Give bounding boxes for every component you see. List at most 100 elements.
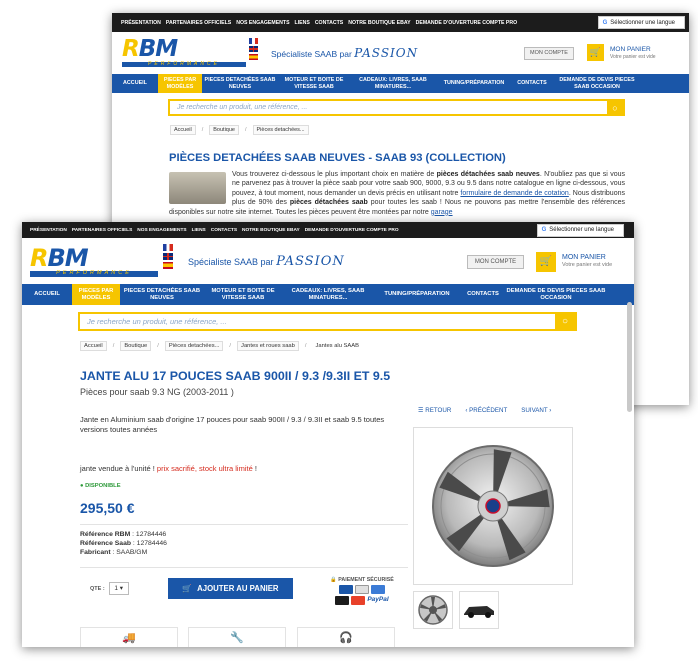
top-link-partners[interactable]: PARTENAIRES OFFICIELS bbox=[166, 20, 231, 26]
nav-contacts[interactable]: CONTACTS bbox=[512, 80, 552, 86]
search-icon[interactable]: ○ bbox=[555, 314, 575, 329]
wrench-icon: 🔧 bbox=[230, 632, 244, 644]
headset-icon: 🎧 bbox=[339, 632, 353, 644]
cart-summary[interactable]: MON PANIER Votre panier est vide bbox=[562, 254, 612, 269]
top-link-pro[interactable]: DEMANDE D'OUVERTURE COMPTE PRO bbox=[416, 20, 518, 26]
top-link-contacts[interactable]: CONTACTS bbox=[315, 20, 343, 26]
nav-pieces-modeles[interactable]: PIECES PAR MODÈLES bbox=[158, 74, 202, 93]
back-link[interactable]: ☰ RETOUR bbox=[418, 407, 451, 414]
nav-cadeaux[interactable]: CADEAUX: LIVRES, SAAB MINATURES... bbox=[282, 288, 374, 301]
product-description: Jante en Aluminium saab d'origine 17 pou… bbox=[80, 415, 385, 435]
breadcrumb-item[interactable]: Boutique bbox=[209, 125, 239, 135]
top-link-presentation[interactable]: PRÉSENTATION bbox=[30, 228, 67, 233]
header-tagline: Spécialiste SAAB par PASSION bbox=[271, 46, 418, 60]
breadcrumb-item[interactable]: Pièces detachées... bbox=[252, 125, 309, 135]
previous-link[interactable]: ‹ PRÉCÉDENT bbox=[465, 407, 507, 414]
product-image[interactable] bbox=[413, 427, 573, 585]
language-flags bbox=[249, 38, 258, 60]
chevron-left-icon: ‹ bbox=[465, 407, 468, 414]
cart-summary[interactable]: MON PANIER Votre panier est vide bbox=[610, 46, 656, 60]
breadcrumb-item[interactable]: Accueil bbox=[170, 125, 196, 135]
cart-icon: 🛒 bbox=[182, 584, 193, 593]
quantity-selector: QTE : 1 ▾ bbox=[90, 582, 129, 595]
top-link-liens[interactable]: LIENS bbox=[295, 20, 310, 26]
cart-status: Votre panier est vide bbox=[610, 53, 656, 60]
browser-window-front: PRÉSENTATION PARTENAIRES OFFICIELS NOS E… bbox=[22, 222, 634, 647]
cart-icon[interactable]: 🛒 bbox=[536, 252, 556, 272]
chevron-right-icon: › bbox=[549, 407, 552, 414]
translate-button[interactable]: G Sélectionner une langue bbox=[597, 16, 685, 29]
product-pagination: ☰ RETOUR ‹ PRÉCÉDENT SUIVANT › bbox=[418, 407, 551, 414]
top-link-partners[interactable]: PARTENAIRES OFFICIELS bbox=[72, 228, 132, 233]
vintage-saab-image bbox=[169, 172, 226, 204]
flag-es-icon[interactable] bbox=[249, 54, 258, 60]
search-input[interactable]: Je recherche un produit, une référence, … bbox=[170, 104, 607, 111]
nav-accueil[interactable]: ACCUEIL bbox=[22, 291, 72, 298]
nav-accueil[interactable]: ACCUEIL bbox=[112, 80, 158, 86]
search-bar[interactable]: Je recherche un produit, une référence, … bbox=[78, 312, 577, 331]
cart-status: Votre panier est vide bbox=[562, 262, 613, 269]
breadcrumb-item[interactable]: Pièces detachées... bbox=[164, 341, 224, 351]
feature-box-quality: 🔧 bbox=[188, 627, 286, 647]
nav-moteur[interactable]: MOTEUR ET BOITE DE VITESSE SAAB bbox=[278, 77, 350, 89]
product-subtitle: Pièces pour saab 9.3 NG (2003-2011 ) bbox=[80, 387, 234, 397]
search-input[interactable]: Je recherche un produit, une référence, … bbox=[80, 317, 555, 326]
breadcrumb-item[interactable]: Accueil bbox=[80, 341, 107, 351]
nav-pieces-modeles[interactable]: PIECES PAR MODÈLES bbox=[72, 284, 120, 305]
product-price: 295,50 € bbox=[80, 500, 135, 516]
flag-es-icon[interactable] bbox=[163, 262, 173, 269]
logo-text: RBM bbox=[30, 244, 89, 272]
top-link-presentation[interactable]: PRÉSENTATION bbox=[121, 20, 161, 26]
account-button[interactable]: MON COMPTE bbox=[467, 255, 524, 269]
nav-pieces-neuves[interactable]: PIECES DETACHÉES SAAB NEUVES bbox=[120, 288, 204, 301]
flag-uk-icon[interactable] bbox=[249, 46, 258, 52]
top-link-ebay[interactable]: NOTRE BOUTIQUE EBAY bbox=[242, 228, 300, 233]
top-link-pro[interactable]: DEMANDE D'OUVERTURE COMPTE PRO bbox=[305, 228, 399, 233]
site-header: RBM PERFORMANCE Spécialiste SAAB par PAS… bbox=[112, 32, 689, 74]
flag-uk-icon[interactable] bbox=[163, 253, 173, 260]
nav-pieces-neuves[interactable]: PIECES DETACHÉES SAAB NEUVES bbox=[202, 77, 278, 89]
card-icon bbox=[371, 585, 385, 594]
thumbnail-wheel[interactable] bbox=[413, 591, 453, 629]
nav-contacts[interactable]: CONTACTS bbox=[460, 291, 506, 298]
breadcrumb-item[interactable]: Jantes et roues saab bbox=[237, 341, 299, 351]
cart-icon[interactable]: 🛒 bbox=[587, 44, 604, 61]
nav-moteur[interactable]: MOTEUR ET BOITE DE VITESSE SAAB bbox=[204, 288, 282, 301]
rbm-logo[interactable]: RBM PERFORMANCE bbox=[30, 246, 158, 277]
nav-devis[interactable]: DEMANDE DE DEVIS PIECES SAAB OCCASION bbox=[552, 77, 642, 89]
top-link-engagements[interactable]: NOS ENGAGEMENTS bbox=[236, 20, 289, 26]
breadcrumb: Accueil / Boutique / Pièces detachées... bbox=[170, 125, 309, 135]
language-flags bbox=[163, 244, 173, 269]
top-link-liens[interactable]: LIENS bbox=[192, 228, 206, 233]
tagline-text: Spécialiste SAAB par bbox=[271, 49, 352, 59]
thumbnail-car[interactable] bbox=[459, 591, 499, 629]
wheel-thumbnail-icon bbox=[418, 595, 448, 625]
availability-badge: ● DISPONIBLE bbox=[80, 483, 121, 489]
account-button[interactable]: MON COMPTE bbox=[524, 47, 574, 60]
flag-fr-icon[interactable] bbox=[163, 244, 173, 251]
next-link[interactable]: SUIVANT › bbox=[521, 407, 551, 414]
garage-link[interactable]: garage bbox=[431, 209, 453, 216]
breadcrumb: Accueil / Boutique / Pièces detachées...… bbox=[80, 341, 362, 351]
card-icon bbox=[339, 585, 353, 594]
flag-fr-icon[interactable] bbox=[249, 38, 258, 44]
nav-tuning[interactable]: TUNING/PRÉPARATION bbox=[436, 80, 512, 86]
car-thumbnail-icon bbox=[464, 606, 494, 618]
nav-cadeaux[interactable]: CADEAUX: LIVRES, SAAB MINATURES... bbox=[350, 77, 436, 89]
nav-devis[interactable]: DEMANDE DE DEVIS PIECES SAAB OCCASION bbox=[506, 288, 606, 301]
top-link-engagements[interactable]: NOS ENGAGEMENTS bbox=[137, 228, 186, 233]
top-link-contacts[interactable]: CONTACTS bbox=[211, 228, 237, 233]
breadcrumb-item[interactable]: Boutique bbox=[120, 341, 152, 351]
rbm-logo[interactable]: RBM PERFORMANCE bbox=[122, 38, 246, 67]
translate-button[interactable]: G Sélectionner une langue bbox=[536, 223, 624, 237]
search-icon[interactable]: ○ bbox=[607, 101, 623, 114]
truck-icon: 🚚 bbox=[122, 632, 136, 644]
quantity-input[interactable]: 1 ▾ bbox=[108, 582, 129, 595]
quote-form-link[interactable]: formulaire de demande de cotation bbox=[460, 190, 568, 197]
nav-tuning[interactable]: TUNING/PRÉPARATION bbox=[374, 291, 460, 298]
scrollbar[interactable] bbox=[627, 302, 632, 412]
search-bar[interactable]: Je recherche un produit, une référence, … bbox=[168, 99, 625, 116]
paypal-logo: PayPal bbox=[367, 596, 389, 603]
add-to-cart-button[interactable]: 🛒 AJOUTER AU PANIER bbox=[168, 578, 293, 599]
top-link-ebay[interactable]: NOTRE BOUTIQUE EBAY bbox=[348, 20, 410, 26]
